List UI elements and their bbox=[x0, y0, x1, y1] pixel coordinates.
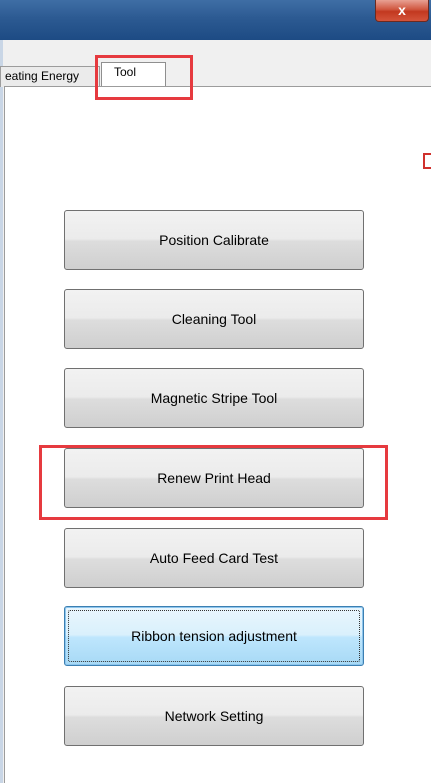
annotation-marker bbox=[423, 153, 431, 169]
network-setting-button[interactable]: Network Setting bbox=[64, 686, 364, 746]
button-label: Magnetic Stripe Tool bbox=[150, 390, 278, 406]
tab-tool[interactable]: Tool bbox=[101, 62, 166, 87]
button-label: Auto Feed Card Test bbox=[149, 550, 279, 566]
button-label: Ribbon tension adjustment bbox=[131, 628, 297, 644]
close-icon: x bbox=[398, 2, 406, 18]
window-titlebar bbox=[0, 0, 431, 40]
tab-heating-energy[interactable]: eating Energy bbox=[0, 66, 100, 87]
magnetic-stripe-tool-button[interactable]: Magnetic Stripe Tool bbox=[64, 368, 364, 428]
renew-print-head-button[interactable]: Renew Print Head bbox=[64, 448, 364, 508]
cleaning-tool-button[interactable]: Cleaning Tool bbox=[64, 289, 364, 349]
tool-tab-panel bbox=[4, 86, 431, 783]
ribbon-tension-adjustment-button[interactable]: Ribbon tension adjustment bbox=[64, 606, 364, 666]
window-border bbox=[0, 40, 3, 783]
position-calibrate-button[interactable]: Position Calibrate bbox=[64, 210, 364, 270]
tab-label: eating Energy bbox=[5, 69, 80, 83]
button-label: Position Calibrate bbox=[159, 232, 269, 248]
close-button[interactable]: x bbox=[375, 0, 429, 22]
auto-feed-card-test-button[interactable]: Auto Feed Card Test bbox=[64, 528, 364, 588]
button-label: Renew Print Head bbox=[157, 470, 271, 486]
tab-strip: eating Energy Tool bbox=[0, 58, 431, 87]
tab-label: Tool bbox=[114, 65, 137, 79]
button-label: Network Setting bbox=[164, 708, 264, 724]
button-label: Cleaning Tool bbox=[171, 311, 257, 327]
